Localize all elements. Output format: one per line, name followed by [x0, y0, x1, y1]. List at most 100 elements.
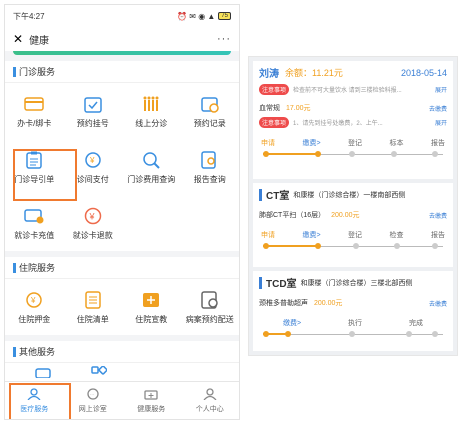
step-label: 标本 [389, 140, 404, 147]
guide-card-tcd: TCD室 和康楼（门诊综合楼）三楼北部西侧 颈椎多普勒超声 200.00元 去缴… [253, 271, 453, 351]
step-label: 执行 [348, 320, 363, 327]
service-label: 门诊费用查询 [127, 174, 176, 184]
service-label: 就诊卡退款 [72, 230, 113, 240]
service-records[interactable]: 预约记录 [181, 83, 240, 139]
chat-icon: ··· [86, 387, 100, 402]
notice-tag: 注意事项 [259, 117, 290, 128]
expand-link[interactable]: 展开 [435, 85, 447, 94]
banner-strip [13, 51, 231, 55]
service-label: 办卡/绑卡 [17, 118, 52, 128]
tab-health-service[interactable]: 健康服务 [122, 382, 181, 419]
status-icons: ⏰ ✉ ◉ ▲ [177, 11, 216, 21]
card-recharge-icon [23, 206, 45, 226]
service-appointment[interactable]: 预约挂号 [64, 83, 123, 139]
status-bar: 下午4:27 ⏰ ✉ ◉ ▲ 75 [5, 5, 239, 27]
close-icon[interactable]: ✕ [13, 32, 23, 46]
item-name: 颈椎多普勒超声 [259, 300, 308, 307]
card-icon [23, 94, 45, 114]
service-label: 就诊卡充值 [14, 230, 55, 240]
step-label: 申请 [261, 140, 275, 147]
step-label: 报告 [430, 232, 445, 239]
list-icon [82, 290, 104, 310]
svg-text:···: ··· [90, 392, 94, 397]
guide-card-lab: 刘涛 余额：11.21元 2018-05-14 注意事项 检查前不可大量饮水 请… [253, 61, 453, 179]
more-menu-button[interactable]: ··· [217, 33, 231, 45]
person-icon [203, 387, 217, 402]
refund-icon: ¥ [82, 206, 104, 226]
tab-personal-center[interactable]: 个人中心 [181, 382, 240, 419]
pay-button[interactable]: 去缴费 [429, 104, 447, 113]
fee-search-icon [140, 150, 162, 170]
tab-label: 网上诊室 [78, 405, 107, 413]
progress-track [259, 242, 447, 250]
progress-steps: 申请 缴费> 登记 检查 报告 [259, 230, 447, 240]
service-report-query[interactable]: 报告查询 [181, 139, 240, 195]
visit-date: 2018-05-14 [400, 67, 447, 78]
highlight-medical-tab [9, 383, 71, 419]
deposit-icon: ¥ [23, 290, 45, 310]
education-icon [140, 290, 162, 310]
pay-button[interactable]: 去缴费 [429, 211, 447, 220]
service-label: 病案预约配送 [185, 314, 234, 324]
service-education[interactable]: 住院宣教 [122, 279, 181, 335]
service-case-delivery[interactable]: 病案预约配送 [181, 279, 240, 335]
page-title: 健康 [29, 35, 50, 47]
step-label: 登记 [348, 140, 363, 147]
section-title: 其他服务 [5, 341, 239, 363]
item-price: 200.00元 [314, 300, 343, 307]
tab-label: 个人中心 [195, 405, 224, 413]
step-label: 缴费> [302, 232, 321, 239]
exam-item-row: 肺部CT平扫（16层） 200.00元 去缴费 [259, 210, 447, 220]
health-icon [144, 388, 158, 402]
service-inpatient-list[interactable]: 住院清单 [64, 279, 123, 335]
patient-name: 刘涛 [259, 69, 279, 80]
item-price: 200.00元 [331, 212, 360, 219]
dept-name: CT室 [266, 191, 290, 202]
step-label: 缴费> [283, 320, 302, 327]
service-card-bind[interactable]: 办卡/绑卡 [5, 83, 64, 139]
step-label: 报告 [430, 140, 445, 147]
tab-label: 健康服务 [137, 405, 166, 413]
expand-link[interactable]: 展开 [435, 118, 447, 127]
step-label: 登记 [348, 232, 363, 239]
notice-row: 注意事项 1、请先到挂号处缴费，2、上午... 展开 [259, 117, 447, 128]
section-title: 门诊服务 [5, 61, 239, 83]
queue-icon [140, 94, 162, 114]
step-label: 缴费> [302, 140, 321, 147]
item-price: 17.00元 [286, 105, 311, 112]
service-label: 报告查询 [193, 174, 226, 184]
dept-location: 和康楼（门诊综合楼）三楼北部西侧 [300, 279, 413, 287]
section-inpatient: 住院服务 ¥ 住院押金 住院清单 住院宣教 病案预约配送 [5, 257, 239, 335]
step-label: 完成 [409, 320, 423, 327]
section-other: 其他服务 [5, 341, 239, 385]
step-label: 检查 [389, 232, 404, 239]
service-label: 预约记录 [193, 118, 226, 128]
svg-text:¥: ¥ [30, 296, 36, 305]
status-time: 下午4:27 [13, 11, 45, 21]
service-fee-query[interactable]: 门诊费用查询 [122, 139, 181, 195]
tab-online-clinic[interactable]: ··· 网上诊室 [64, 382, 123, 419]
step-label: 申请 [261, 232, 275, 239]
service-label: 线上分诊 [135, 118, 168, 128]
service-label: 诊间支付 [76, 174, 109, 184]
progress-track [259, 150, 447, 158]
delivery-icon [199, 290, 221, 310]
notice-tag: 注意事项 [259, 84, 290, 95]
service-label: 预约挂号 [76, 118, 109, 128]
nav-bar: ✕ 健康 ··· [5, 27, 239, 51]
report-search-icon [199, 150, 221, 170]
progress-steps: 申请 缴费> 登记 标本 报告 [259, 138, 447, 148]
service-card-refund[interactable]: ¥ 就诊卡退款 [64, 195, 123, 251]
svg-text:¥: ¥ [89, 156, 95, 165]
progress-track [259, 330, 447, 338]
dept-name: TCD室 [266, 279, 297, 290]
pay-button[interactable]: 去缴费 [429, 299, 447, 308]
service-deposit[interactable]: ¥ 住院押金 [5, 279, 64, 335]
calendar-check-icon [82, 94, 104, 114]
exam-item-row: 颈椎多普勒超声 200.00元 去缴费 [259, 298, 447, 308]
balance: 余额：11.21元 [285, 68, 343, 78]
pay-icon: ¥ [82, 150, 104, 170]
service-triage[interactable]: 线上分诊 [122, 83, 181, 139]
service-card-recharge[interactable]: 就诊卡充值 [5, 195, 64, 251]
svg-text:¥: ¥ [88, 211, 95, 221]
